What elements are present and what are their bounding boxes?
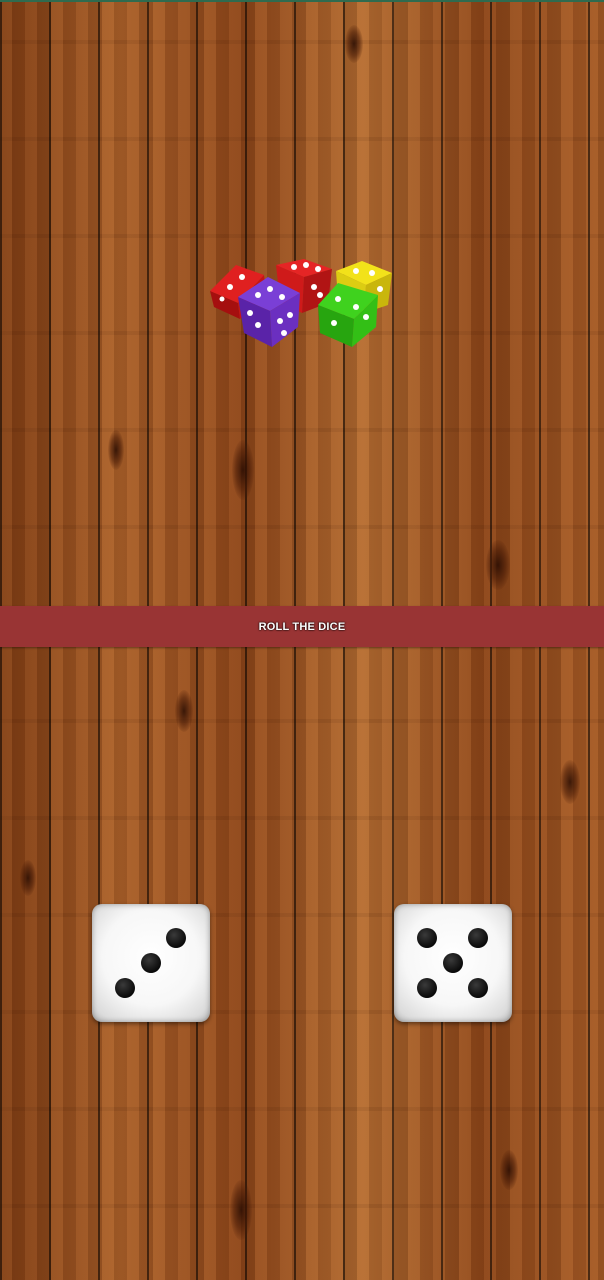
wood-knot: [232, 440, 254, 500]
die-pip: [417, 928, 437, 948]
roll-the-dice-label: ROLL THE DICE: [258, 620, 346, 633]
right-die[interactable]: [394, 904, 512, 1022]
die-pip: [115, 978, 135, 998]
wood-knot: [108, 430, 124, 470]
wood-knot: [500, 1150, 518, 1190]
die-pip: [468, 978, 488, 998]
wood-knot: [560, 760, 580, 804]
die-pip: [166, 928, 186, 948]
die-pip: [141, 953, 161, 973]
wood-knot: [175, 690, 193, 732]
colored-dice-group-icon: [210, 259, 392, 347]
wood-knot: [345, 25, 363, 63]
wood-knot: [230, 1180, 252, 1240]
left-die[interactable]: [92, 904, 210, 1022]
die-pip: [443, 953, 463, 973]
game-screen: ROLL THE DICE: [0, 0, 604, 1280]
roll-the-dice-button[interactable]: ROLL THE DICE: [0, 606, 604, 647]
die-pip: [468, 928, 488, 948]
die-pip: [417, 978, 437, 998]
status-bar-edge: [0, 0, 604, 2]
wood-knot: [20, 860, 36, 896]
wood-knot: [486, 540, 510, 590]
